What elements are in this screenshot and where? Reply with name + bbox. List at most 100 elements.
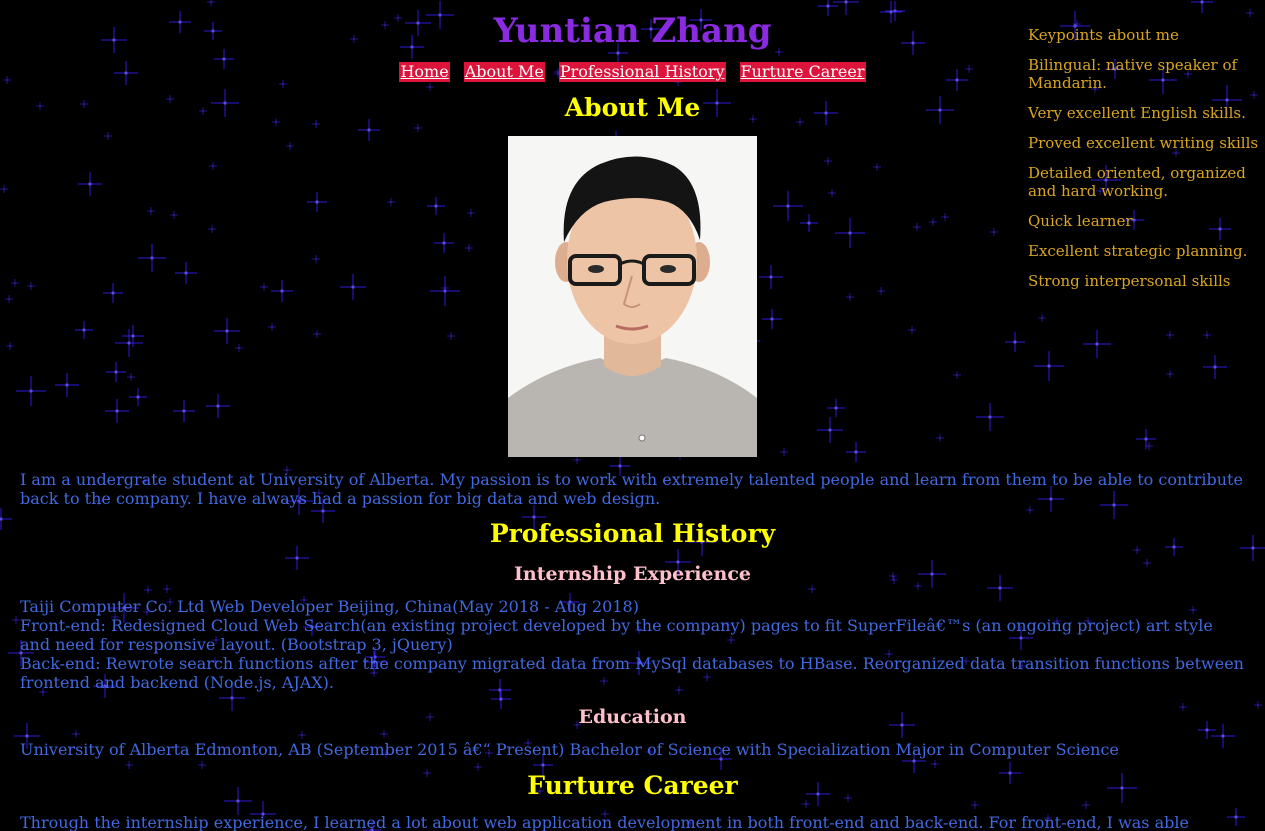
keypoints-heading: Keypoints about me [1028,26,1179,44]
star-icon [144,586,152,594]
keypoint-item: Strong interpersonal skills [1028,272,1231,290]
keypoint-item: Excellent strategic planning. [1028,242,1248,260]
star-icon [340,274,366,300]
star-icon [941,213,949,221]
nav-link-home[interactable]: Home [399,62,450,82]
star-icon [206,394,230,418]
furture-career-text: Through the internship experience, I lea… [20,813,1189,831]
star-icon [138,244,166,272]
star-icon [827,399,845,417]
star-icon [122,325,144,347]
star-icon [780,448,788,456]
star-icon [802,800,810,808]
internship-backend-line: Back-end: Rewrote search functions after… [20,654,1244,692]
star-icon [127,373,135,381]
star-icon [27,282,35,290]
star-icon [465,244,473,252]
keypoint-item: Very excellent English skills. [1028,104,1246,122]
star-icon [434,233,454,253]
star-icon [1166,370,1174,378]
star-icon [105,399,129,423]
nav-link-about-me[interactable]: About Me [463,62,545,82]
star-icon [931,760,939,768]
star-icon [307,192,327,212]
star-icon [817,417,843,443]
star-icon [175,262,197,284]
star-icon [846,293,854,301]
star-icon [1082,801,1090,809]
internship-frontend-line: Front-end: Redesigned Cloud Web Search(a… [20,616,1213,654]
star-icon [800,214,818,232]
star-icon [312,255,320,263]
keypoint-item: Proved excellent writing skills [1028,134,1259,152]
internship-company-line: Taiji Computer Co. Ltd Web Developer Bei… [20,597,639,616]
star-icon [75,321,93,339]
education-text: University of Alberta Edmonton, AB (Sept… [20,740,1119,759]
star-icon [773,191,803,221]
star-icon [913,223,921,231]
star-icon [877,287,885,295]
star-icon [115,329,143,357]
star-icon [209,162,217,170]
star-icon [447,332,455,340]
star-icon [5,295,13,303]
star-icon [78,172,102,196]
star-icon [467,209,475,217]
star-icon [573,456,581,464]
star-icon [207,0,215,6]
star-icon [147,207,155,215]
internship-details: Taiji Computer Co. Ltd Web Developer Bei… [20,597,1245,692]
nav-link-professional-history[interactable]: Professional History [558,62,726,82]
about-me-text: I am a undergrate student at University … [20,470,1243,508]
keypoints-sidebar: Keypoints about me Bilingual: native spe… [1028,26,1260,302]
star-icon [129,388,147,406]
star-icon [929,218,937,226]
star-icon [106,362,126,382]
star-icon [0,185,8,193]
star-icon [235,344,243,352]
star-icon [828,189,836,197]
star-icon [104,132,112,140]
star-icon [908,326,916,334]
star-icon [16,376,46,406]
star-icon [214,318,240,344]
star-icon [173,400,195,422]
star-icon [286,142,294,150]
star-icon [103,283,123,303]
star-icon [426,83,434,91]
star-icon [835,218,865,248]
star-icon [208,225,216,233]
star-icon [260,283,268,291]
star-icon [313,330,321,338]
star-icon [380,730,388,738]
star-icon [163,585,171,593]
furture-career-heading: Furture Career [527,771,738,800]
star-icon [125,761,133,769]
star-icon [1203,331,1211,339]
star-icon [1038,314,1046,322]
star-icon [808,585,816,593]
star-icon [873,163,881,171]
star-icon [990,228,998,236]
star-icon [12,616,20,624]
star-icon [1203,355,1227,379]
keypoint-item: Bilingual: native speaker of Mandarin. [1028,56,1238,92]
keypoint-item: Quick learner [1028,212,1133,230]
star-icon [268,323,276,331]
star-icon [170,211,178,219]
internship-experience-heading: Internship Experience [514,563,751,585]
star-icon [824,157,832,165]
star-icon [474,763,482,771]
star-icon [298,731,306,739]
star-icon [1005,332,1025,352]
keypoint-item: Detailed oriented, organized and hard wo… [1028,164,1246,200]
nav-link-furture-career[interactable]: Furture Career [739,62,866,82]
star-icon [72,730,80,738]
star-icon [759,265,783,289]
star-icon [936,434,944,442]
star-icon [971,801,979,809]
star-icon [953,371,961,379]
star-icon [198,761,206,769]
star-icon [1083,330,1111,358]
star-icon [846,442,866,462]
